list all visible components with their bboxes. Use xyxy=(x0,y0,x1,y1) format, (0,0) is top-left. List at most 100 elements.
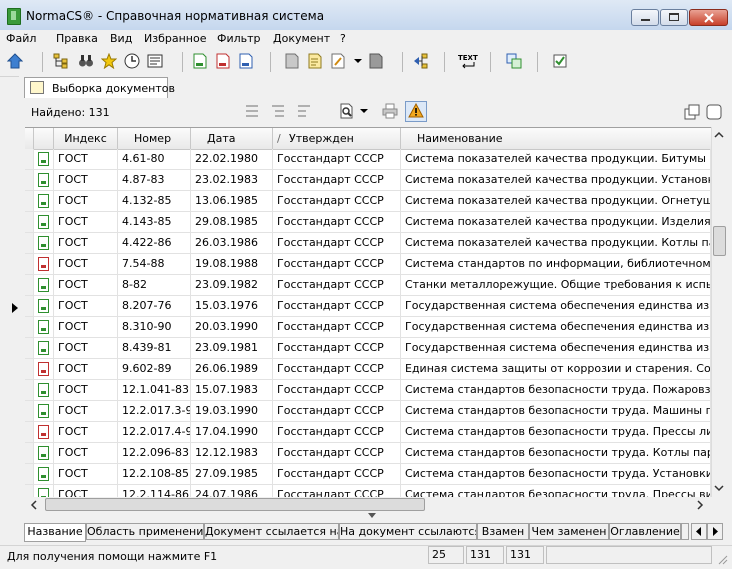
scroll-down-icon[interactable] xyxy=(714,484,724,492)
vertical-scrollbar[interactable] xyxy=(711,127,729,497)
card-icon[interactable] xyxy=(147,53,163,69)
print-icon[interactable] xyxy=(382,103,398,119)
row-indicator[interactable] xyxy=(25,149,34,169)
doc-grey-icon[interactable] xyxy=(284,53,300,69)
tab-contents[interactable]: Оглавление xyxy=(609,523,681,540)
table-row[interactable]: ГОСТ 12.1.041-83 15.07.1983 Госстандарт ССС… xyxy=(25,380,711,401)
splitter-down-icon[interactable] xyxy=(367,512,377,520)
header-status[interactable] xyxy=(34,128,54,149)
row-indicator[interactable] xyxy=(25,422,34,442)
table-row[interactable]: ГОСТ 4.61-80 22.02.1980 Госстандарт СССР Сис… xyxy=(25,149,711,170)
menu-favorites[interactable]: Избранное xyxy=(144,32,206,45)
close-button[interactable] xyxy=(689,9,728,26)
tabs-scroll-right-button[interactable] xyxy=(707,523,723,540)
tab-replaces[interactable]: Взамен xyxy=(477,523,529,540)
cell-name: Система стандартов безопасности труда. М… xyxy=(401,401,711,421)
search-document-icon[interactable] xyxy=(339,103,355,119)
doc-yellow-icon[interactable] xyxy=(307,53,323,69)
home-icon[interactable] xyxy=(7,53,23,69)
warning-button[interactable] xyxy=(405,101,427,122)
maximize-button[interactable] xyxy=(660,9,688,26)
table-row[interactable]: ГОСТ 12.2.096-83 12.12.1983 Госстандарт ССС… xyxy=(25,443,711,464)
column-header-index[interactable]: Индекс xyxy=(54,128,118,149)
table-row[interactable]: ГОСТ 7.54-88 19.08.1988 Госстандарт СССР Сис… xyxy=(25,254,711,275)
horizontal-scroll-thumb[interactable] xyxy=(45,498,425,511)
tabs-scroll-left-button[interactable] xyxy=(691,523,707,540)
cell-approved: Госстандарт СССР xyxy=(273,380,401,400)
menu-file[interactable]: Файл xyxy=(6,32,36,45)
table-row[interactable]: ГОСТ 9.602-89 26.06.1989 Госстандарт СССР Ед… xyxy=(25,359,711,380)
cell-approved: Госстандарт СССР xyxy=(273,254,401,274)
row-indicator[interactable] xyxy=(25,317,34,337)
tab-references-to[interactable]: Документ ссылается на xyxy=(204,523,339,540)
scroll-left-icon[interactable] xyxy=(30,500,38,510)
table-row[interactable]: ГОСТ 4.422-86 26.03.1986 Госстандарт СССР Си… xyxy=(25,233,711,254)
column-header-date[interactable]: Дата xyxy=(191,128,273,149)
vertical-scroll-thumb[interactable] xyxy=(713,226,726,256)
menu-document[interactable]: Документ xyxy=(273,32,330,45)
tab-replaced-by[interactable]: Чем заменен xyxy=(529,523,609,540)
cell-name: Система показателей качества продукции. … xyxy=(401,149,711,169)
row-indicator[interactable] xyxy=(25,401,34,421)
menu-help[interactable]: ? xyxy=(340,32,346,45)
text-icon[interactable]: TEXT xyxy=(457,53,479,69)
table-row[interactable]: ГОСТ12.2.017.4-9017.04.1990Госстандарт С… xyxy=(25,422,711,443)
doc-red-icon[interactable] xyxy=(215,53,231,69)
binoculars-icon[interactable] xyxy=(78,53,94,69)
row-indicator[interactable] xyxy=(25,170,34,190)
translate-icon[interactable] xyxy=(506,53,522,69)
scroll-up-icon[interactable] xyxy=(714,131,724,139)
column-header-name[interactable]: Наименование xyxy=(401,128,711,149)
tab-overflow[interactable] xyxy=(681,523,689,540)
doc-edit-icon[interactable] xyxy=(330,53,346,69)
star-icon[interactable] xyxy=(101,53,117,69)
menu-view[interactable]: Вид xyxy=(110,32,132,45)
expand-rows-icon[interactable] xyxy=(244,103,260,119)
column-header-number[interactable]: Номер xyxy=(118,128,191,149)
table-row[interactable]: ГОСТ 4.143-85 29.08.1985 Госстандарт СССР Си… xyxy=(25,212,711,233)
row-indicator[interactable] xyxy=(25,380,34,400)
row-indicator[interactable] xyxy=(25,212,34,232)
group-rows-icon[interactable] xyxy=(270,103,286,119)
minimize-button[interactable] xyxy=(631,9,659,26)
table-row[interactable]: ГОСТ12.2.017.3-9019.03.1990Госстандарт С… xyxy=(25,401,711,422)
tab-title[interactable]: Название xyxy=(24,523,86,542)
table-row[interactable]: ГОСТ 4.87-83 23.02.1983 Госстандарт СССР Сис… xyxy=(25,170,711,191)
row-indicator[interactable] xyxy=(25,275,34,295)
menu-filter[interactable]: Фильтр xyxy=(217,32,261,45)
row-indicator[interactable] xyxy=(25,296,34,316)
doc-green-icon[interactable] xyxy=(192,53,208,69)
row-indicator[interactable] xyxy=(25,443,34,463)
back-tree-icon[interactable] xyxy=(413,53,429,69)
column-header-approved[interactable]: / Утвержден xyxy=(273,128,401,149)
row-indicator[interactable] xyxy=(25,338,34,358)
window-restore-icon[interactable] xyxy=(706,104,722,120)
table-row[interactable]: ГОСТ 8-82 23.09.1982 Госстандарт СССР Станки… xyxy=(25,275,711,296)
chevron-down-icon[interactable] xyxy=(353,53,363,69)
chevron-down-icon[interactable] xyxy=(360,107,368,115)
row-indicator[interactable] xyxy=(25,359,34,379)
table-row[interactable]: ГОСТ 8.207-76 15.03.1976 Госстандарт СССР Го… xyxy=(25,296,711,317)
tab-scope[interactable]: Область применения xyxy=(86,523,204,540)
maximize-icon xyxy=(669,13,679,21)
table-row[interactable]: ГОСТ 4.132-85 13.06.1985 Госстандарт СССР Си… xyxy=(25,191,711,212)
row-indicator[interactable] xyxy=(25,191,34,211)
resize-grip-icon[interactable] xyxy=(716,553,728,565)
row-indicator[interactable] xyxy=(25,464,34,484)
scroll-right-icon[interactable] xyxy=(696,500,704,510)
tree-icon[interactable] xyxy=(53,53,69,69)
row-indicator[interactable] xyxy=(25,233,34,253)
clock-icon[interactable] xyxy=(124,53,140,69)
doc-blue-icon[interactable] xyxy=(238,53,254,69)
collapse-rows-icon[interactable] xyxy=(296,103,312,119)
window-cascade-icon[interactable] xyxy=(684,104,700,120)
row-indicator[interactable] xyxy=(25,254,34,274)
checklist-icon[interactable] xyxy=(552,53,568,69)
table-row[interactable]: ГОСТ 8.310-90 20.03.1990 Госстандарт СССР Го… xyxy=(25,317,711,338)
doc-dark-icon[interactable] xyxy=(368,53,384,69)
menu-edit[interactable]: Правка xyxy=(56,32,98,45)
table-row[interactable]: ГОСТ 12.2.108-85 27.09.1985 Госстандарт ССС… xyxy=(25,464,711,485)
tab-referenced-by[interactable]: На документ ссылаются xyxy=(339,523,477,540)
table-row[interactable]: ГОСТ 8.439-81 23.09.1981 Госстандарт СССР Го… xyxy=(25,338,711,359)
status-panel-empty xyxy=(546,546,712,564)
